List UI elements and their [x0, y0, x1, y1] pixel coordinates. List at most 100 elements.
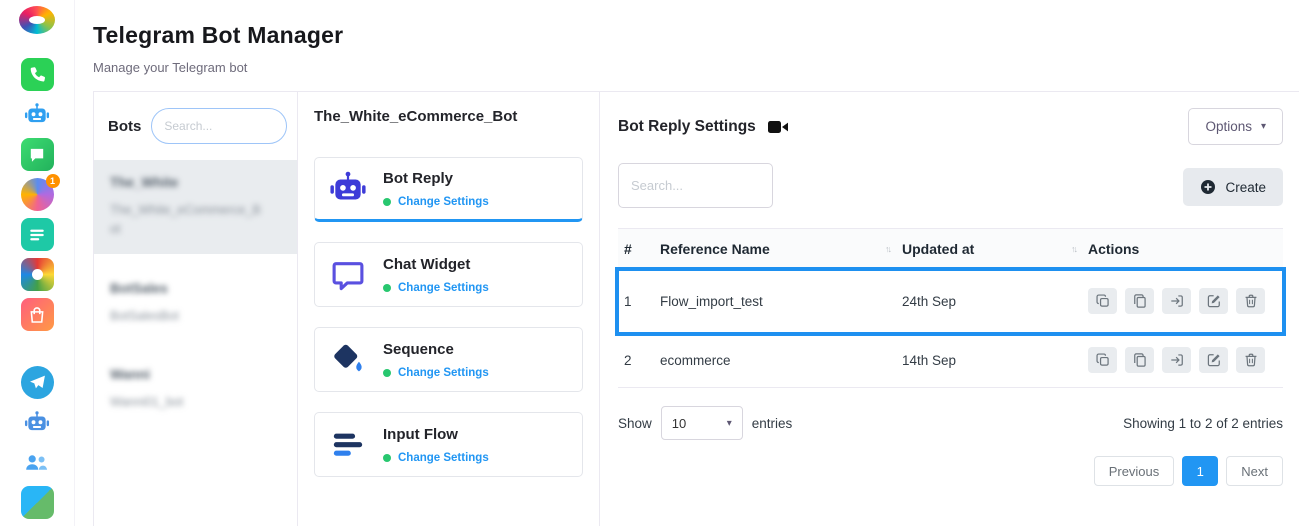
module-label: Bot Reply	[383, 170, 453, 187]
row-reference-name: ecommerce	[654, 353, 896, 368]
chat-lines-icon[interactable]	[21, 218, 54, 251]
chatbot-icon[interactable]	[21, 98, 54, 131]
status-dot	[383, 198, 391, 206]
pagination: Previous 1 Next	[618, 456, 1283, 486]
row-num: 1	[618, 294, 654, 309]
table-row[interactable]: 1 Flow_import_test 24th Sep	[618, 270, 1283, 333]
sort-icon[interactable]: ↑↓	[885, 244, 890, 254]
bot-reply-table: # Reference Name ↑↓ Updated at ↑↓ Action…	[618, 228, 1283, 388]
header-label: Updated at	[902, 241, 974, 257]
status-dot	[383, 454, 391, 462]
sequence-icon	[328, 340, 368, 380]
chevron-down-icon: ▾	[727, 418, 732, 429]
input-flow-icon	[328, 425, 368, 465]
module-label: Input Flow	[383, 426, 458, 443]
row-actions	[1082, 347, 1283, 373]
module-card-input-flow[interactable]: Input Flow Change Settings	[314, 412, 583, 477]
row-actions	[1082, 288, 1283, 314]
settings-title: Bot Reply Settings	[618, 118, 756, 136]
bottom-app-icon[interactable]	[21, 486, 54, 519]
row-updated-at: 24th Sep	[896, 294, 1082, 309]
edit-button[interactable]	[1199, 347, 1228, 373]
create-button[interactable]: Create	[1183, 168, 1283, 206]
icon-rail: 1	[0, 0, 75, 526]
table-header-row: # Reference Name ↑↓ Updated at ↑↓ Action…	[618, 228, 1283, 270]
options-label: Options	[1205, 119, 1252, 134]
messenger-icon[interactable]: 1	[21, 178, 54, 211]
change-settings-link[interactable]: Change Settings	[398, 367, 489, 379]
bot-reply-icon	[328, 169, 368, 209]
entries-summary: Showing 1 to 2 of 2 entries	[1123, 416, 1283, 431]
copy-button[interactable]	[1125, 347, 1154, 373]
chevron-down-icon: ▾	[1261, 121, 1266, 132]
module-label: Sequence	[383, 341, 454, 358]
color-app-icon[interactable]	[21, 258, 54, 291]
show-label: Show	[618, 416, 652, 431]
bots-panel-title: Bots	[108, 118, 141, 135]
bot-username: BotSalesBot	[110, 307, 262, 326]
page-title: Telegram Bot Manager	[93, 22, 1275, 49]
bots-panel: Bots The_White The_White_eCommerce_Bot B…	[93, 92, 298, 526]
change-settings-link[interactable]: Change Settings	[398, 196, 489, 208]
table-row[interactable]: 2 ecommerce 14th Sep	[618, 333, 1283, 388]
row-num: 2	[618, 353, 654, 368]
bot-name: BotSales	[110, 281, 168, 296]
edit-button[interactable]	[1199, 288, 1228, 314]
export-button[interactable]	[1162, 347, 1191, 373]
bot-list-item[interactable]: BotSales BotSalesBot	[94, 266, 297, 340]
module-card-chat-widget[interactable]: Chat Widget Change Settings	[314, 242, 583, 307]
whatsapp-icon[interactable]	[21, 58, 54, 91]
options-button[interactable]: Options ▾	[1188, 108, 1283, 145]
duplicate-button[interactable]	[1088, 347, 1117, 373]
next-page-button[interactable]: Next	[1226, 456, 1283, 486]
bots-search-input[interactable]	[151, 108, 287, 144]
duplicate-button[interactable]	[1088, 288, 1117, 314]
delete-button[interactable]	[1236, 347, 1265, 373]
previous-page-button[interactable]: Previous	[1094, 456, 1175, 486]
main-content: Telegram Bot Manager Manage your Telegra…	[75, 0, 1299, 526]
chatbot-alt-icon[interactable]	[21, 406, 54, 439]
app-root: 1 Telegram Bot Manager Manage your Teleg…	[0, 0, 1299, 526]
team-icon[interactable]	[21, 446, 54, 479]
module-label: Chat Widget	[383, 256, 470, 273]
entries-label: entries	[752, 416, 793, 431]
bot-list-item[interactable]: Wanni Wanni01_bot	[94, 352, 297, 426]
bot-username: The_White_eCommerce_Bot	[110, 201, 262, 240]
row-reference-name: Flow_import_test	[654, 294, 896, 309]
copy-button[interactable]	[1125, 288, 1154, 314]
module-card-bot-reply[interactable]: Bot Reply Change Settings	[314, 157, 583, 222]
header-actions: Actions	[1082, 241, 1283, 257]
workspace: Bots The_White The_White_eCommerce_Bot B…	[93, 91, 1299, 526]
bot-username: Wanni01_bot	[110, 393, 262, 412]
notification-badge: 1	[46, 174, 60, 188]
plus-circle-icon	[1200, 179, 1216, 195]
current-page-button[interactable]: 1	[1182, 456, 1218, 486]
shop-bag-icon[interactable]	[21, 298, 54, 331]
page-size-select[interactable]: 10 ▾	[661, 406, 743, 440]
bot-name: The_White	[110, 175, 178, 190]
module-card-sequence[interactable]: Sequence Change Settings	[314, 327, 583, 392]
sort-icon[interactable]: ↑↓	[1071, 244, 1076, 254]
selected-bot-title: The_White_eCommerce_Bot	[314, 108, 583, 125]
header-label: Reference Name	[660, 241, 770, 257]
whatsapp-business-icon[interactable]	[21, 138, 54, 171]
telegram-icon[interactable]	[21, 366, 54, 399]
bot-list-item[interactable]: The_White The_White_eCommerce_Bot	[94, 160, 297, 254]
bot-reply-settings-panel: Bot Reply Settings Options ▾ Create	[600, 92, 1299, 526]
table-search-input[interactable]	[618, 163, 773, 208]
row-updated-at: 14th Sep	[896, 353, 1082, 368]
header-num: #	[618, 241, 654, 257]
create-label: Create	[1225, 180, 1266, 195]
bot-modules-panel: The_White_eCommerce_Bot Bot Reply Change…	[298, 92, 600, 526]
change-settings-link[interactable]: Change Settings	[398, 282, 489, 294]
page-size-value: 10	[672, 416, 686, 431]
bot-name: Wanni	[110, 367, 150, 382]
app-logo-icon[interactable]	[19, 6, 55, 34]
delete-button[interactable]	[1236, 288, 1265, 314]
export-button[interactable]	[1162, 288, 1191, 314]
header-reference-name[interactable]: Reference Name ↑↓	[654, 241, 896, 257]
page-subtitle: Manage your Telegram bot	[93, 60, 1275, 75]
change-settings-link[interactable]: Change Settings	[398, 452, 489, 464]
video-tutorial-icon[interactable]	[768, 120, 788, 134]
header-updated-at[interactable]: Updated at ↑↓	[896, 241, 1082, 257]
